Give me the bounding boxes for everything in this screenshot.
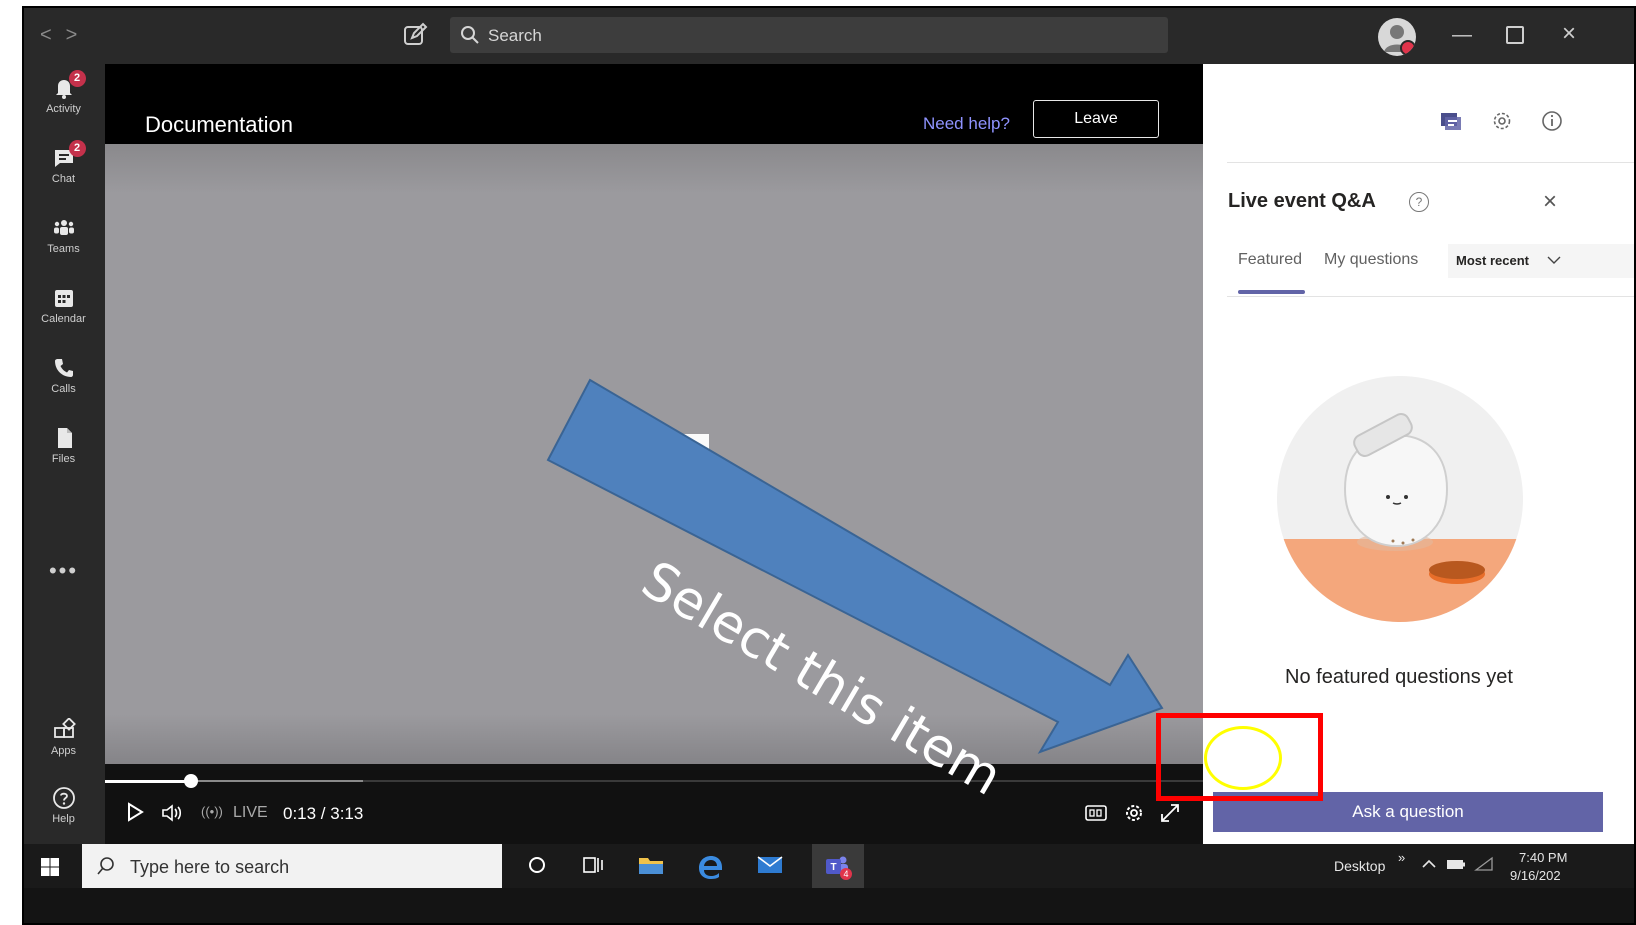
phone-icon <box>54 359 73 377</box>
sidebar-item-label: Calendar <box>41 313 86 325</box>
teams-notification-badge: 4 <box>840 868 852 880</box>
close-icon[interactable]: × <box>1543 188 1557 216</box>
toolbar-expand-icon[interactable]: » <box>1398 850 1405 865</box>
search-icon <box>461 26 479 44</box>
sidebar-item-label: Activity <box>46 103 81 115</box>
desktop-toolbar-label[interactable]: Desktop <box>1334 858 1385 874</box>
history-nav[interactable]: <> <box>40 24 91 47</box>
sidebar-item-help[interactable]: Help <box>22 786 105 825</box>
video-placeholder-icon <box>609 422 709 492</box>
captions-icon[interactable] <box>1085 804 1107 822</box>
sidebar-item-label: Chat <box>51 173 76 185</box>
sidebar-item-label: Help <box>52 813 75 825</box>
sidebar-item-label: Apps <box>50 745 77 757</box>
info-icon[interactable] <box>1541 110 1563 132</box>
event-header: Documentation Need help? Leave <box>105 64 1203 144</box>
active-tab-indicator <box>1238 290 1305 294</box>
calendar-icon <box>54 290 73 307</box>
taskbar-search-input[interactable]: Type here to search <box>82 844 502 888</box>
activity-badge: 2 <box>68 70 86 87</box>
sidebar-item-chat[interactable]: 2 Chat <box>22 140 105 185</box>
apps-icon <box>53 717 76 738</box>
windows-taskbar: Type here to search T 4 Desktop » 7:40 P… <box>22 844 1636 925</box>
sort-selected-value: Most recent <box>1456 253 1529 268</box>
clock-time[interactable]: 7:40 PM <box>1519 850 1567 865</box>
task-view-icon[interactable] <box>582 854 604 876</box>
chat-badge: 2 <box>68 140 86 157</box>
file-icon <box>57 428 72 448</box>
gear-icon[interactable] <box>1123 802 1145 824</box>
settings-icon[interactable] <box>1491 110 1513 132</box>
video-player[interactable] <box>105 144 1203 764</box>
windows-start-icon[interactable] <box>40 857 60 877</box>
search-input[interactable]: Search <box>450 17 1168 53</box>
app-bar: 2 Activity 2 Chat Teams Calendar Calls F… <box>22 64 105 844</box>
help-icon[interactable]: ? <box>1409 192 1429 212</box>
avatar[interactable] <box>1378 18 1416 56</box>
battery-icon[interactable] <box>1446 856 1466 872</box>
file-explorer-icon[interactable] <box>638 854 664 876</box>
help-icon <box>52 787 75 809</box>
mail-icon[interactable] <box>756 854 784 876</box>
empty-state-text: No featured questions yet <box>1285 666 1513 688</box>
sidebar-item-label: Files <box>51 453 76 465</box>
teams-icon <box>53 220 74 235</box>
taskbar-search-placeholder: Type here to search <box>130 857 290 877</box>
minimize-button[interactable]: — <box>1452 24 1472 47</box>
need-help-link[interactable]: Need help? <box>923 114 1010 134</box>
status-badge <box>1400 40 1416 56</box>
played-bar <box>105 780 191 783</box>
player-controls: ((•)) LIVE 0:13 / 3:13 <box>105 764 1203 844</box>
search-icon <box>97 857 114 875</box>
sort-dropdown[interactable]: Most recent <box>1448 244 1636 278</box>
leave-button[interactable]: Leave <box>1033 100 1159 138</box>
sidebar-item-label: Teams <box>47 243 80 255</box>
fullscreen-icon[interactable] <box>1159 802 1181 824</box>
edge-icon[interactable] <box>696 854 724 880</box>
compose-icon[interactable] <box>402 22 428 48</box>
live-broadcast-icon: ((•)) <box>201 804 223 819</box>
clock-date[interactable]: 9/16/202 <box>1510 868 1561 883</box>
panel-title: Live event Q&A <box>1228 190 1376 212</box>
chat-panel-icon[interactable] <box>1439 110 1461 132</box>
play-icon[interactable] <box>125 802 145 822</box>
more-apps-button[interactable]: ••• <box>22 558 105 584</box>
volume-icon[interactable] <box>161 804 185 822</box>
sidebar-item-calendar[interactable]: Calendar <box>22 286 105 325</box>
seek-handle[interactable] <box>184 774 198 788</box>
title-bar: <> Search — × <box>22 6 1636 64</box>
cortana-icon[interactable] <box>526 854 548 876</box>
sidebar-item-files[interactable]: Files <box>22 426 105 465</box>
empty-jar-illustration <box>1277 376 1523 622</box>
search-placeholder: Search <box>488 26 542 45</box>
maximize-button[interactable] <box>1506 26 1524 44</box>
panel-divider <box>1227 162 1636 163</box>
svg-text:T: T <box>830 862 836 873</box>
sidebar-item-calls[interactable]: Calls <box>22 356 105 395</box>
sidebar-item-activity[interactable]: 2 Activity <box>22 70 105 115</box>
live-label: LIVE <box>233 804 268 821</box>
playback-time: 0:13 / 3:13 <box>283 804 364 823</box>
tray-chevron-up-icon[interactable] <box>1420 856 1438 872</box>
wifi-icon[interactable] <box>1474 856 1494 872</box>
sidebar-item-teams[interactable]: Teams <box>22 216 105 255</box>
tabs-divider <box>1227 296 1636 297</box>
page-title: Documentation <box>145 112 293 137</box>
tab-featured[interactable]: Featured <box>1238 251 1302 269</box>
sidebar-item-apps[interactable]: Apps <box>22 717 105 757</box>
tab-my-questions[interactable]: My questions <box>1324 251 1418 269</box>
teams-window: <> Search — × 2 Activity 2 Chat Teams Ca… <box>22 6 1636 925</box>
close-window-button[interactable]: × <box>1562 20 1576 48</box>
sidebar-item-label: Calls <box>51 383 76 395</box>
chevron-down-icon <box>1547 256 1561 264</box>
click-indicator-ring <box>1204 726 1282 790</box>
teams-taskbar-active[interactable]: T 4 <box>812 844 864 888</box>
taskbar-strip: Type here to search T 4 Desktop » 7:40 P… <box>22 844 1636 888</box>
